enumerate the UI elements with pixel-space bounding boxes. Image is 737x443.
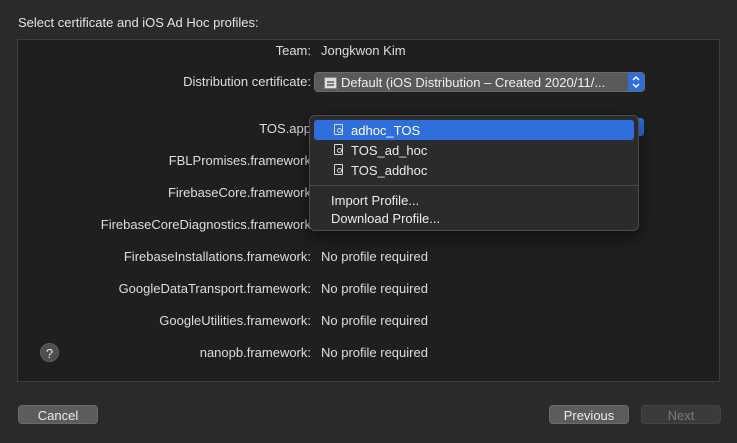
menu-item-import-profile[interactable]: Import Profile...	[314, 190, 634, 210]
firebaseinstallations-label: FirebaseInstallations.framework:	[123, 249, 311, 264]
team-label: Team:	[275, 43, 311, 58]
menu-item-label: adhoc_TOS	[351, 123, 421, 138]
tos-app-label: TOS.app	[259, 121, 311, 136]
certificate-icon	[324, 77, 337, 89]
firebaseinstallations-value: No profile required	[321, 249, 428, 264]
nanopb-value: No profile required	[321, 345, 428, 360]
menu-item-tos-addhoc[interactable]: TOS_addhoc	[314, 160, 634, 180]
menu-item-label: Import Profile...	[331, 193, 420, 208]
menu-item-label: TOS_addhoc	[351, 163, 428, 178]
profile-icon	[334, 124, 343, 135]
profile-icon	[334, 144, 343, 155]
profile-icon	[334, 164, 343, 175]
team-value: Jongkwon Kim	[321, 43, 406, 58]
certificate-label: Distribution certificate:	[183, 74, 311, 89]
certificate-value: Default (iOS Distribution – Created 2020…	[341, 75, 606, 90]
menu-separator	[310, 185, 638, 186]
cancel-button[interactable]: Cancel	[18, 405, 98, 424]
nanopb-label: nanopb.framework:	[199, 345, 311, 360]
menu-item-download-profile[interactable]: Download Profile...	[314, 208, 634, 228]
certificate-stepper-icon	[628, 73, 644, 91]
googleutilities-label: GoogleUtilities.framework:	[159, 313, 311, 328]
previous-button[interactable]: Previous	[549, 405, 629, 424]
menu-item-adhoc-tos[interactable]: adhoc_TOS	[314, 120, 634, 140]
next-button[interactable]: Next	[641, 405, 721, 424]
certificate-popup[interactable]: Default (iOS Distribution – Created 2020…	[314, 72, 645, 92]
googledatatransport-row: GoogleDataTransport.framework: No profil…	[18, 279, 719, 299]
googledatatransport-label: GoogleDataTransport.framework:	[118, 281, 311, 296]
firebasecore-label: FirebaseCore.framework	[167, 185, 311, 200]
googleutilities-value: No profile required	[321, 313, 428, 328]
help-button[interactable]: ?	[40, 343, 59, 362]
menu-item-label: TOS_ad_hoc	[351, 143, 428, 158]
dialog-heading: Select certificate and iOS Ad Hoc profil…	[18, 15, 259, 30]
certificate-row: Distribution certificate: Default (iOS D…	[18, 72, 719, 92]
googledatatransport-value: No profile required	[321, 281, 428, 296]
profile-dropdown-menu: adhoc_TOS TOS_ad_hoc TOS_addhoc Import P…	[309, 115, 639, 231]
team-row: Team: Jongkwon Kim	[18, 41, 719, 61]
menu-item-tos-ad-hoc[interactable]: TOS_ad_hoc	[314, 140, 634, 160]
nanopb-row: nanopb.framework: No profile required	[18, 343, 719, 363]
fblpromises-label: FBLPromises.framework	[168, 153, 311, 168]
menu-item-label: Download Profile...	[331, 211, 441, 226]
googleutilities-row: GoogleUtilities.framework: No profile re…	[18, 311, 719, 331]
firebasecorediagnostics-label: FirebaseCoreDiagnostics.framework	[100, 217, 311, 232]
firebaseinstallations-row: FirebaseInstallations.framework: No prof…	[18, 247, 719, 267]
